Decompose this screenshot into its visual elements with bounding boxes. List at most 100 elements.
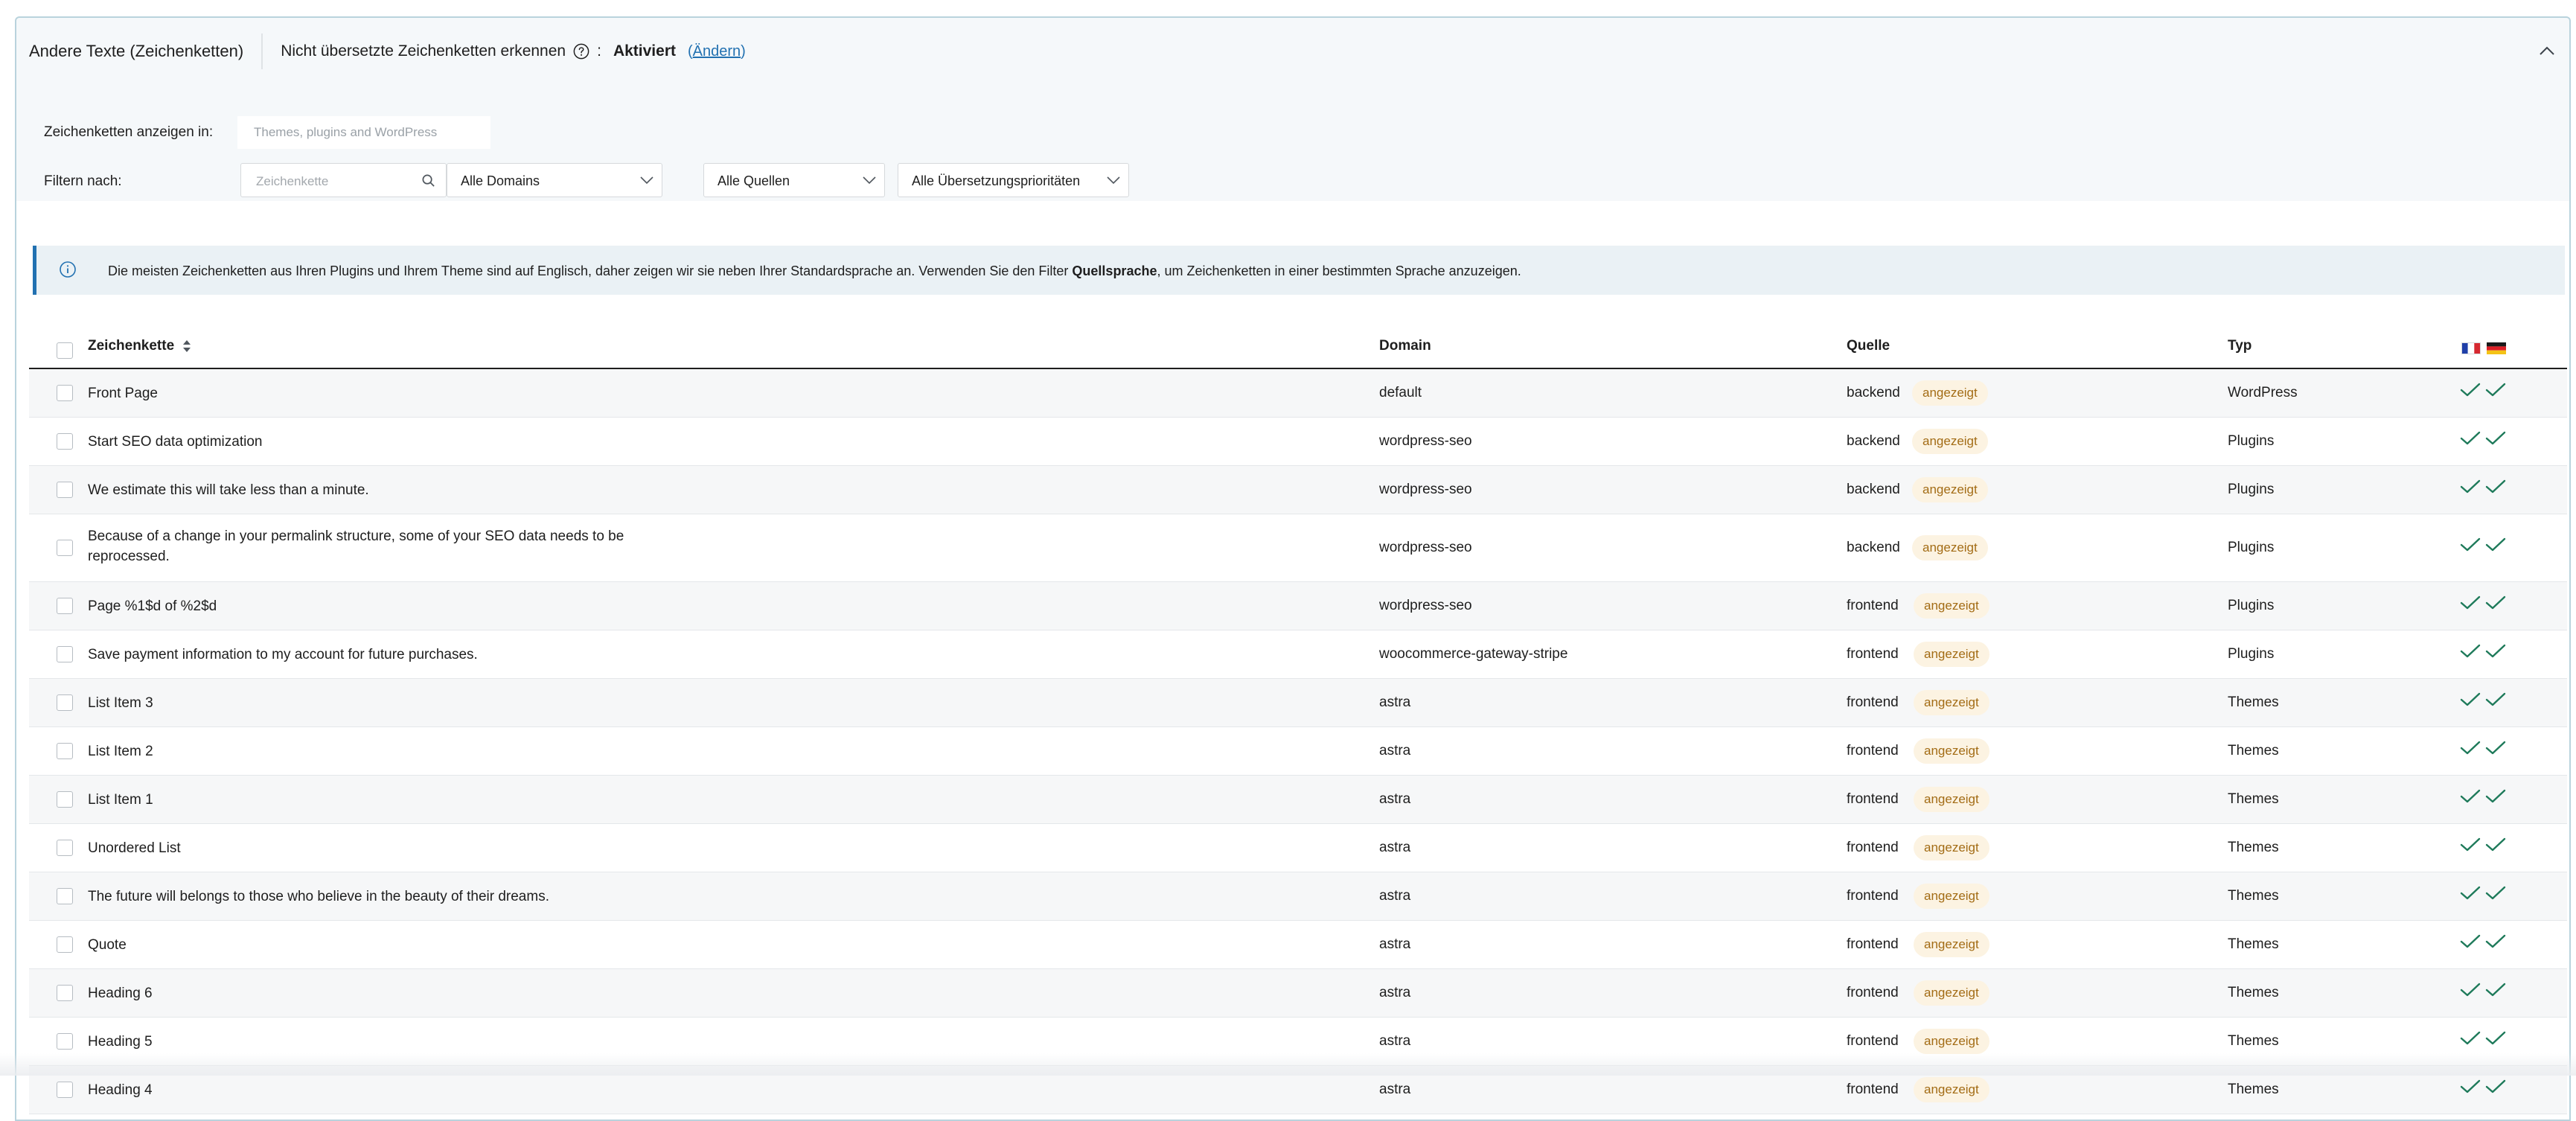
checkmark-icon[interactable] <box>2460 595 2481 610</box>
table-row[interactable]: We estimate this will take less than a m… <box>29 466 2567 514</box>
row-source: frontend <box>1847 743 1899 758</box>
checkmark-icon[interactable] <box>2485 789 2506 804</box>
row-source: backend <box>1847 433 1900 449</box>
search-input[interactable]: Zeichenkette <box>240 163 447 197</box>
row-domain: astra <box>1379 791 1411 807</box>
row-type: Themes <box>2228 1082 2279 1097</box>
checkmark-icon[interactable] <box>2485 983 2506 997</box>
column-source: Quelle <box>1847 338 1891 354</box>
checkmark-icon[interactable] <box>2485 383 2506 397</box>
checkmark-icon[interactable] <box>2485 1031 2506 1046</box>
checkmark-icon[interactable] <box>2460 837 2481 852</box>
row-checkbox[interactable] <box>57 840 73 856</box>
row-type: WordPress <box>2228 385 2298 400</box>
checkmark-icon[interactable] <box>2460 886 2481 901</box>
row-source: frontend <box>1847 598 1899 613</box>
help-circle-icon[interactable] <box>573 43 589 60</box>
checkmark-icon[interactable] <box>2460 934 2481 949</box>
checkmark-icon[interactable] <box>2485 692 2506 707</box>
show-strings-label: Zeichenketten anzeigen in: <box>44 124 214 140</box>
strings-panel: Andere Texte (Zeichenketten) Nicht übers… <box>15 16 2571 1121</box>
row-source: frontend <box>1847 1082 1899 1097</box>
checkmark-icon[interactable] <box>2460 1031 2481 1046</box>
row-string: Heading 4 <box>88 1082 153 1098</box>
checkmark-icon[interactable] <box>2460 741 2481 756</box>
row-domain: default <box>1379 385 1422 400</box>
checkmark-icon[interactable] <box>2460 983 2481 997</box>
chevron-up-icon[interactable] <box>2538 43 2556 58</box>
row-string: Start SEO data optimization <box>88 434 263 450</box>
show-strings-input[interactable]: Themes, plugins and WordPress <box>237 116 490 149</box>
checkmark-icon[interactable] <box>2460 537 2481 552</box>
row-checkbox[interactable] <box>57 1033 73 1050</box>
table-row[interactable]: The future will belongs to those who bel… <box>29 872 2567 921</box>
column-string-label: Zeichenkette <box>88 338 175 354</box>
checkmark-icon[interactable] <box>2485 479 2506 494</box>
header-colon: : <box>597 42 601 60</box>
sort-icon[interactable] <box>182 338 192 354</box>
table-row[interactable]: Save payment information to my account f… <box>29 630 2567 679</box>
status-badge: angezeigt <box>1912 477 1988 502</box>
show-strings-placeholder: Themes, plugins and WordPress <box>254 125 438 139</box>
row-checkbox[interactable] <box>57 888 73 904</box>
checkmark-icon[interactable] <box>2485 595 2506 610</box>
row-source: frontend <box>1847 840 1899 855</box>
row-checkbox[interactable] <box>57 791 73 808</box>
checkmark-icon[interactable] <box>2460 644 2481 659</box>
row-checkbox[interactable] <box>57 540 73 556</box>
row-checkbox[interactable] <box>57 936 73 953</box>
table-row[interactable]: Heading 6 astra frontend angezeigt Themes <box>29 969 2567 1018</box>
checkmark-icon[interactable] <box>2485 741 2506 756</box>
table-row[interactable]: Start SEO data optimization wordpress-seo… <box>29 418 2567 466</box>
checkmark-icon[interactable] <box>2485 1079 2506 1094</box>
row-type: Plugins <box>2228 646 2275 662</box>
checkmark-icon[interactable] <box>2460 479 2481 494</box>
row-checkbox[interactable] <box>57 985 73 1001</box>
row-checkbox[interactable] <box>57 433 73 450</box>
checkmark-icon[interactable] <box>2485 644 2506 659</box>
checkmark-icon[interactable] <box>2485 837 2506 852</box>
row-checkbox[interactable] <box>57 1082 73 1098</box>
row-checkbox[interactable] <box>57 482 73 498</box>
paren-close: ) <box>741 42 746 60</box>
change-link[interactable]: Ändern <box>693 43 741 60</box>
checkmark-icon[interactable] <box>2460 383 2481 397</box>
checkmark-icon[interactable] <box>2460 431 2481 446</box>
column-string[interactable]: Zeichenkette <box>88 338 192 354</box>
table-row[interactable]: Front Page default backend angezeigt WordPre… <box>29 369 2567 418</box>
select-all-checkbox[interactable] <box>57 342 73 359</box>
status-badge: angezeigt <box>1914 690 1989 715</box>
row-checkbox[interactable] <box>57 646 73 662</box>
checkmark-icon[interactable] <box>2460 692 2481 707</box>
row-checkbox[interactable] <box>57 694 73 711</box>
row-checkbox[interactable] <box>57 385 73 401</box>
row-type: Plugins <box>2228 433 2275 449</box>
row-checkbox[interactable] <box>57 598 73 614</box>
column-type: Typ <box>2228 338 2252 354</box>
search-icon[interactable] <box>421 173 435 188</box>
strings-table-body: Front Page default backend angezeigt WordPre… <box>29 369 2567 1114</box>
table-row[interactable]: Because of a change in your permalink st… <box>29 514 2567 582</box>
checkmark-icon[interactable] <box>2485 934 2506 949</box>
row-type: Plugins <box>2228 482 2275 497</box>
checkmark-icon[interactable] <box>2460 1079 2481 1094</box>
source-select[interactable]: Alle Quellen <box>703 163 885 197</box>
checkmark-icon[interactable] <box>2485 537 2506 552</box>
checkmark-icon[interactable] <box>2485 431 2506 446</box>
domain-select[interactable]: Alle Domains <box>447 163 662 197</box>
priority-select[interactable]: Alle Übersetzungsprioritäten <box>898 163 1129 197</box>
checkmark-icon[interactable] <box>2485 886 2506 901</box>
checkmark-icon[interactable] <box>2460 789 2481 804</box>
row-source: frontend <box>1847 1033 1899 1049</box>
table-row[interactable]: List Item 3 astra frontend angezeigt Themes <box>29 679 2567 727</box>
table-row[interactable]: Quote astra frontend angezeigt Themes <box>29 921 2567 969</box>
status-badge: angezeigt <box>1914 1029 1989 1054</box>
row-checkbox[interactable] <box>57 743 73 759</box>
table-row[interactable]: Page %1$d of %2$d wordpress-seo frontend an… <box>29 582 2567 630</box>
row-source: backend <box>1847 540 1900 555</box>
table-row[interactable]: List Item 1 astra frontend angezeigt Themes <box>29 776 2567 824</box>
status-badge: angezeigt <box>1912 535 1988 560</box>
row-domain: astra <box>1379 694 1411 710</box>
table-row[interactable]: List Item 2 astra frontend angezeigt Themes <box>29 727 2567 776</box>
table-row[interactable]: Unordered List astra frontend angezeigt Them… <box>29 824 2567 872</box>
